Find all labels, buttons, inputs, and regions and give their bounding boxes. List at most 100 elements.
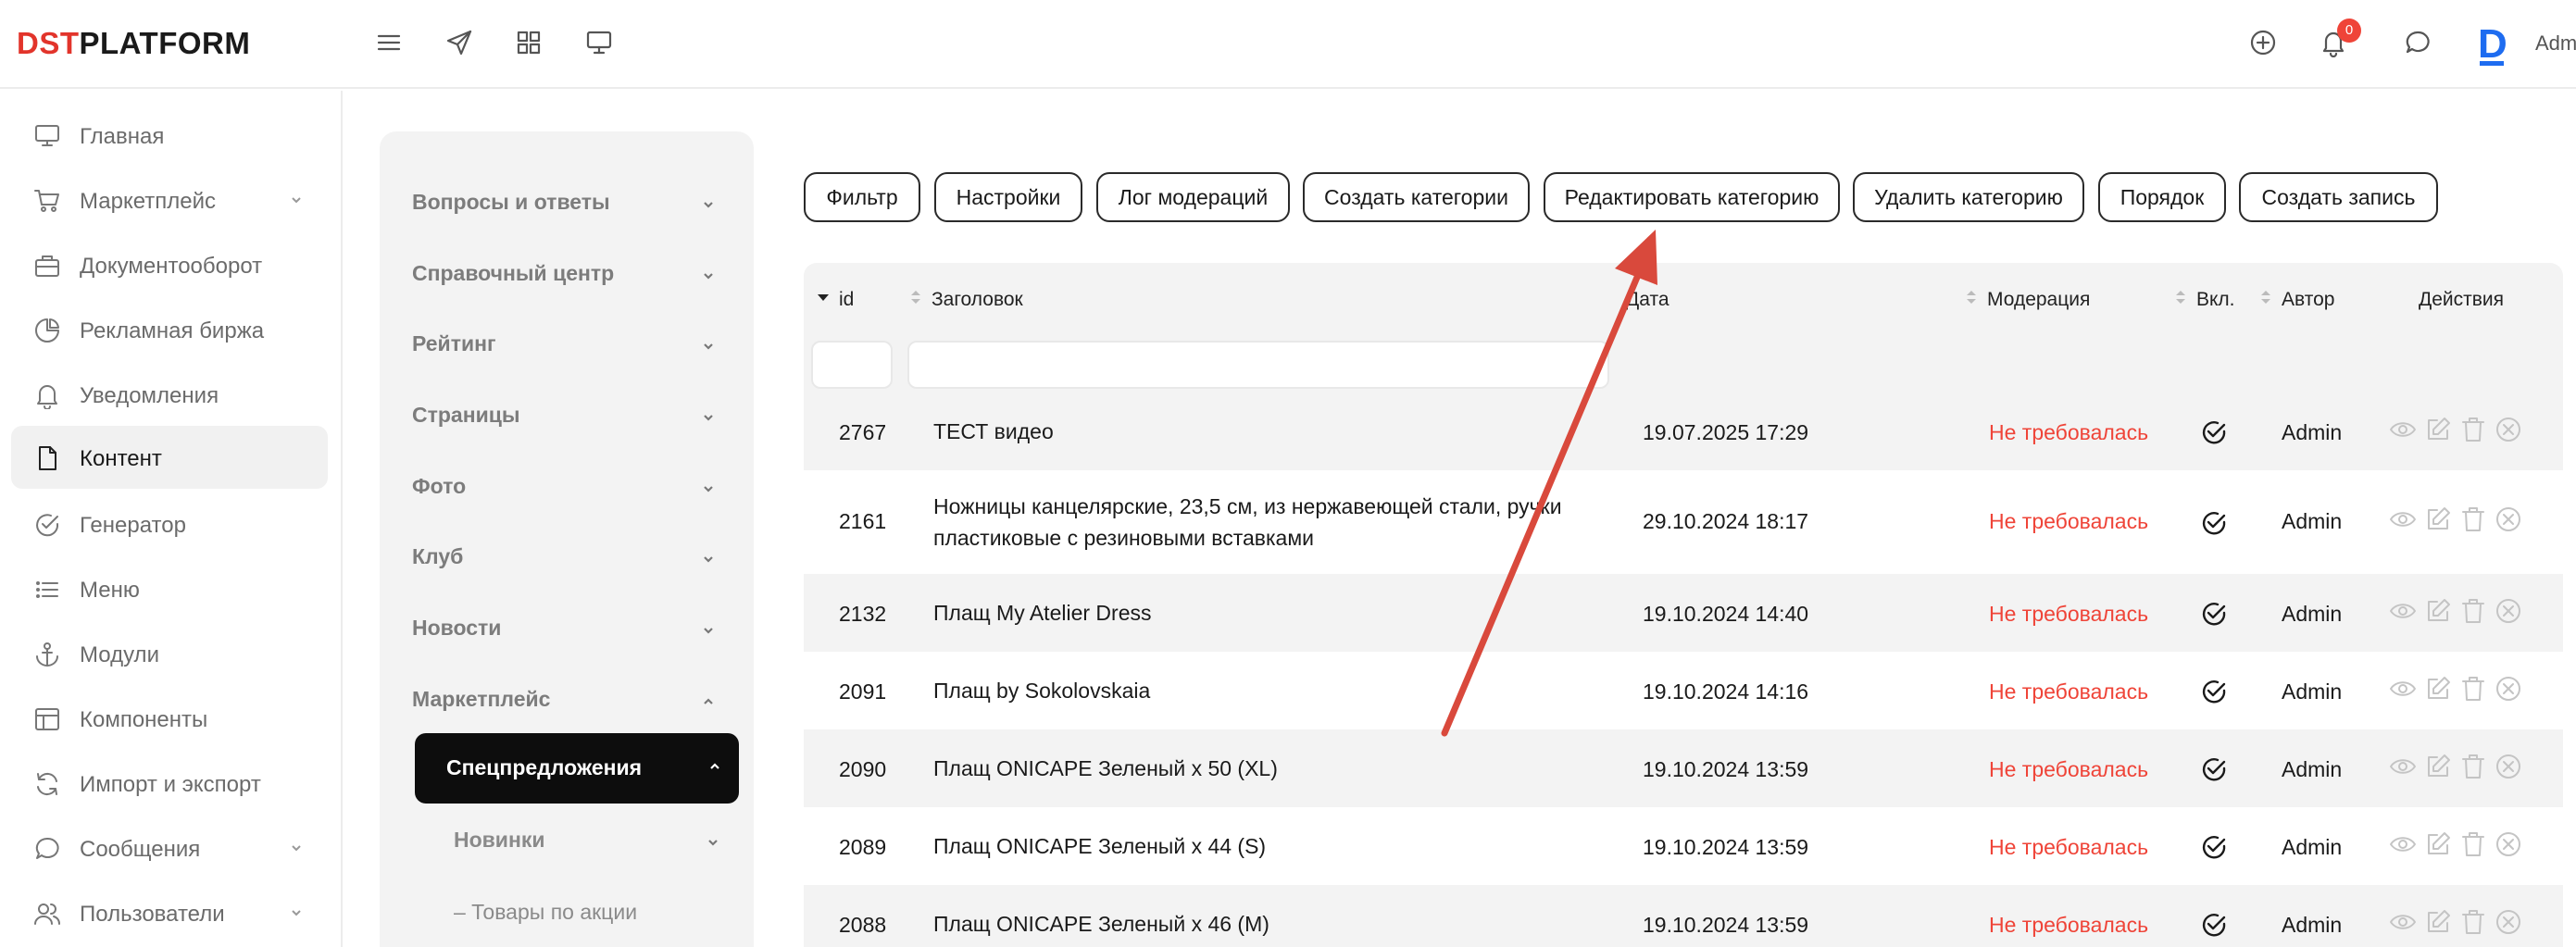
category-item[interactable]: Справочный центр <box>403 255 718 293</box>
category-label: Спецпредложения <box>446 755 643 779</box>
trash-icon[interactable] <box>2459 416 2487 443</box>
user-name[interactable]: Adm <box>2535 31 2576 56</box>
close-circle-icon[interactable] <box>2495 505 2522 533</box>
chat-icon[interactable] <box>2399 24 2436 61</box>
sidebar-item-menu[interactable]: Меню <box>11 557 328 620</box>
check-circle-icon[interactable] <box>2200 678 2228 705</box>
trash-icon[interactable] <box>2459 830 2487 858</box>
sidebar-item-components[interactable]: Компоненты <box>11 687 328 750</box>
column-header-title[interactable]: Заголовок <box>909 289 1023 311</box>
table-row[interactable]: 2132 Плащ My Atelier Dress 19.10.2024 14… <box>804 574 2563 652</box>
close-circle-icon[interactable] <box>2495 908 2522 936</box>
trash-icon[interactable] <box>2459 908 2487 936</box>
row-title[interactable]: ТЕСТ видео <box>933 416 1600 447</box>
sidebar-item-documents[interactable]: Документооборот <box>11 233 328 296</box>
table-row[interactable]: 2088 Плащ ONICAPE Зеленый x 46 (M) 19.10… <box>804 885 2563 947</box>
notification-badge: 0 <box>2337 19 2361 43</box>
trash-icon[interactable] <box>2459 597 2487 625</box>
row-title[interactable]: Плащ My Atelier Dress <box>933 597 1600 629</box>
eye-icon[interactable] <box>2389 830 2417 858</box>
close-circle-icon[interactable] <box>2495 753 2522 780</box>
category-item[interactable]: Клуб <box>403 539 718 576</box>
trash-icon[interactable] <box>2459 505 2487 533</box>
create-category-button[interactable]: Создать категории <box>1303 172 1530 222</box>
category-subitem[interactable]: Новинки <box>444 822 722 859</box>
check-circle-icon[interactable] <box>2200 755 2228 783</box>
column-header-moderation[interactable]: Модерация <box>1965 289 2090 311</box>
sidebar-item-notifications[interactable]: Уведомления <box>11 363 328 426</box>
column-header-enabled[interactable]: Вкл. <box>2174 289 2235 311</box>
category-item[interactable]: Маркетплейс <box>403 681 718 718</box>
edit-icon[interactable] <box>2424 753 2452 780</box>
sidebar-item-modules[interactable]: Модули <box>11 622 328 685</box>
edit-icon[interactable] <box>2424 675 2452 703</box>
delete-category-button[interactable]: Удалить категорию <box>1853 172 2084 222</box>
id-filter-input[interactable] <box>811 341 893 389</box>
category-item-active[interactable]: Спецпредложения <box>415 733 739 804</box>
close-circle-icon[interactable] <box>2495 830 2522 858</box>
sidebar-item-ad-exchange[interactable]: Рекламная биржа <box>11 298 328 361</box>
edit-icon[interactable] <box>2424 830 2452 858</box>
category-item[interactable]: Новости <box>403 610 718 647</box>
category-item[interactable]: Рейтинг <box>403 326 718 363</box>
column-header-id[interactable]: id <box>817 289 854 311</box>
table-row[interactable]: 2089 Плащ ONICAPE Зеленый x 44 (S) 19.10… <box>804 807 2563 885</box>
trash-icon[interactable] <box>2459 675 2487 703</box>
eye-icon[interactable] <box>2389 675 2417 703</box>
eye-icon[interactable] <box>2389 753 2417 780</box>
check-circle-icon[interactable] <box>2200 833 2228 861</box>
settings-button[interactable]: Настройки <box>934 172 1082 222</box>
table-row[interactable]: 2090 Плащ ONICAPE Зеленый x 50 (XL) 19.1… <box>804 729 2563 807</box>
filter-button[interactable]: Фильтр <box>804 172 920 222</box>
create-entry-button[interactable]: Создать запись <box>2239 172 2438 222</box>
close-circle-icon[interactable] <box>2495 597 2522 625</box>
table-row[interactable]: 2767 ТЕСТ видео 19.07.2025 17:29 Не треб… <box>804 393 2563 470</box>
edit-category-button[interactable]: Редактировать категорию <box>1544 172 1840 222</box>
brand-mark[interactable]: D <box>2478 24 2507 65</box>
logo[interactable]: DSTPLATFORM <box>17 26 250 61</box>
grid-icon[interactable] <box>510 24 547 61</box>
category-subitem[interactable]: – Товары по акции <box>444 894 722 931</box>
edit-icon[interactable] <box>2424 416 2452 443</box>
check-circle-icon[interactable] <box>2200 911 2228 939</box>
eye-icon[interactable] <box>2389 597 2417 625</box>
order-button[interactable]: Порядок <box>2098 172 2226 222</box>
table-row[interactable]: 2161 Ножницы канцелярские, 23,5 см, из н… <box>804 470 2563 574</box>
sidebar-item-messages[interactable]: Сообщения <box>11 816 328 879</box>
column-header-date[interactable]: Дата <box>1626 289 1669 311</box>
sidebar-item-content[interactable]: Контент <box>11 426 328 489</box>
edit-icon[interactable] <box>2424 908 2452 936</box>
sidebar-item-users[interactable]: Пользователи <box>11 881 328 944</box>
eye-icon[interactable] <box>2389 505 2417 533</box>
send-icon[interactable] <box>441 24 478 61</box>
sidebar-item-generator[interactable]: Генератор <box>11 492 328 555</box>
row-title[interactable]: Плащ ONICAPE Зеленый x 50 (XL) <box>933 753 1600 784</box>
row-title[interactable]: Плащ ONICAPE Зеленый x 44 (S) <box>933 830 1600 862</box>
category-item[interactable]: Фото <box>403 468 718 505</box>
category-item[interactable]: Страницы <box>403 397 718 434</box>
column-header-author[interactable]: Автор <box>2259 289 2334 311</box>
close-circle-icon[interactable] <box>2495 675 2522 703</box>
row-title[interactable]: Ножницы канцелярские, 23,5 см, из нержав… <box>933 491 1600 554</box>
plus-circle-icon[interactable] <box>2245 24 2282 61</box>
moderation-log-button[interactable]: Лог модераций <box>1096 172 1290 222</box>
monitor-icon[interactable] <box>581 24 618 61</box>
close-circle-icon[interactable] <box>2495 416 2522 443</box>
eye-icon[interactable] <box>2389 908 2417 936</box>
menu-icon[interactable] <box>370 24 407 61</box>
sidebar-item-import-export[interactable]: Импорт и экспорт <box>11 752 328 815</box>
eye-icon[interactable] <box>2389 416 2417 443</box>
row-title[interactable]: Плащ ONICAPE Зеленый x 46 (M) <box>933 908 1600 940</box>
sidebar-item-home[interactable]: Главная <box>11 104 328 167</box>
trash-icon[interactable] <box>2459 753 2487 780</box>
check-circle-icon[interactable] <box>2200 600 2228 628</box>
title-filter-input[interactable] <box>907 341 1609 389</box>
category-item[interactable]: Вопросы и ответы <box>403 184 718 221</box>
sidebar-item-marketplace[interactable]: Маркетплейс <box>11 168 328 231</box>
check-circle-icon[interactable] <box>2200 418 2228 446</box>
edit-icon[interactable] <box>2424 597 2452 625</box>
check-circle-icon[interactable] <box>2200 509 2228 537</box>
edit-icon[interactable] <box>2424 505 2452 533</box>
table-row[interactable]: 2091 Плащ by Sokolovskaia 19.10.2024 14:… <box>804 652 2563 729</box>
row-title[interactable]: Плащ by Sokolovskaia <box>933 675 1600 706</box>
